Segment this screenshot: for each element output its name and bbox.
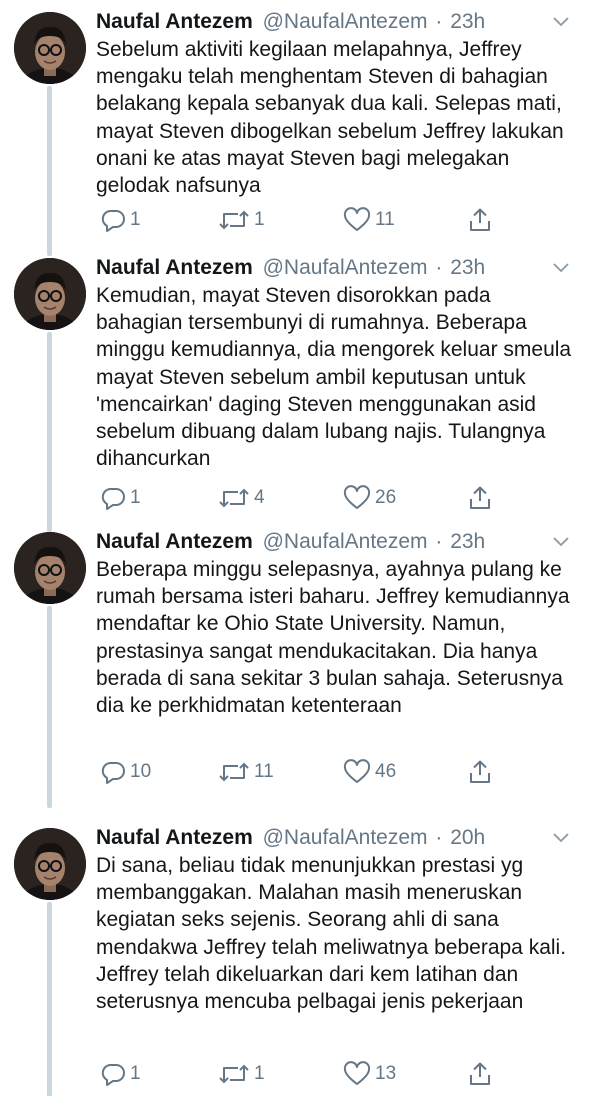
separator-dot: · bbox=[435, 10, 443, 33]
avatar[interactable] bbox=[14, 258, 86, 330]
heart-icon bbox=[343, 485, 371, 509]
avatar[interactable] bbox=[14, 532, 86, 604]
retweet-button[interactable]: 1 bbox=[218, 204, 265, 236]
tweet-text: Kemudian, mayat Steven disorokkan pada b… bbox=[96, 284, 572, 471]
tweet-header: Naufal Antezem @NaufalAntezem · 20h bbox=[96, 822, 582, 854]
avatar[interactable] bbox=[14, 12, 86, 84]
retweet-icon bbox=[219, 210, 249, 230]
separator-dot: · bbox=[435, 256, 443, 279]
heart-icon bbox=[343, 207, 371, 231]
share-button[interactable] bbox=[468, 756, 492, 788]
like-count: 26 bbox=[375, 487, 397, 508]
retweet-count: 1 bbox=[254, 1063, 265, 1084]
retweet-icon bbox=[219, 1064, 249, 1084]
tweet-actions: 1 1 11 bbox=[0, 204, 592, 236]
reply-button[interactable]: 1 bbox=[100, 204, 141, 236]
tweet-time[interactable]: 20h bbox=[450, 826, 485, 849]
avatar[interactable] bbox=[14, 828, 86, 900]
like-button[interactable]: 46 bbox=[343, 756, 396, 788]
separator-dot: · bbox=[435, 530, 443, 553]
tweet-actions: 1 4 26 bbox=[0, 482, 592, 514]
author-handle[interactable]: @NaufalAntezem bbox=[263, 530, 428, 553]
retweet-button[interactable]: 1 bbox=[218, 1058, 265, 1090]
tweet-text: Di sana, beliau tidak menunjukkan presta… bbox=[96, 854, 567, 1014]
author-name[interactable]: Naufal Antezem bbox=[96, 530, 253, 553]
like-count: 13 bbox=[375, 1063, 397, 1084]
tweet-text: Sebelum aktiviti kegilaan melapahnya, Je… bbox=[96, 38, 564, 198]
like-count: 11 bbox=[375, 209, 395, 230]
author-name[interactable]: Naufal Antezem bbox=[96, 826, 253, 849]
reply-count: 1 bbox=[130, 209, 141, 230]
reply-button[interactable]: 1 bbox=[100, 1058, 141, 1090]
share-icon bbox=[470, 486, 490, 509]
tweet-header: Naufal Antezem @NaufalAntezem · 23h bbox=[96, 252, 582, 284]
author-handle[interactable]: @NaufalAntezem bbox=[263, 10, 428, 33]
share-button[interactable] bbox=[468, 204, 492, 236]
avatar-photo bbox=[14, 532, 86, 604]
like-button[interactable]: 13 bbox=[343, 1058, 396, 1090]
retweet-count: 4 bbox=[254, 487, 265, 508]
reply-icon bbox=[101, 488, 125, 510]
like-button[interactable]: 26 bbox=[343, 482, 396, 514]
tweet-thread: Naufal Antezem @NaufalAntezem · 23h Sebe… bbox=[0, 0, 592, 1096]
author-handle[interactable]: @NaufalAntezem bbox=[263, 256, 428, 279]
heart-icon bbox=[343, 1061, 371, 1085]
tweet-header: Naufal Antezem @NaufalAntezem · 23h bbox=[96, 6, 582, 38]
author-name[interactable]: Naufal Antezem bbox=[96, 256, 253, 279]
reply-icon bbox=[101, 210, 125, 232]
tweet-text: Beberapa minggu selepasnya, ayahnya pula… bbox=[96, 558, 570, 718]
tweet-time[interactable]: 23h bbox=[450, 10, 485, 33]
reply-count: 10 bbox=[130, 761, 152, 782]
chevron-down-icon[interactable] bbox=[552, 16, 570, 28]
like-button[interactable]: 11 bbox=[343, 204, 395, 236]
separator-dot: · bbox=[435, 826, 443, 849]
retweet-button[interactable]: 11 bbox=[218, 756, 274, 788]
reply-count: 1 bbox=[130, 1063, 141, 1084]
reply-button[interactable]: 10 bbox=[100, 756, 151, 788]
chevron-down-icon[interactable] bbox=[552, 262, 570, 274]
reply-count: 1 bbox=[130, 487, 141, 508]
share-button[interactable] bbox=[468, 482, 492, 514]
tweet-time[interactable]: 23h bbox=[450, 530, 485, 553]
like-count: 46 bbox=[375, 761, 397, 782]
heart-icon bbox=[343, 759, 371, 783]
author-handle[interactable]: @NaufalAntezem bbox=[263, 826, 428, 849]
avatar-photo bbox=[14, 12, 86, 84]
avatar-photo bbox=[14, 258, 86, 330]
tweet-header: Naufal Antezem @NaufalAntezem · 23h bbox=[96, 526, 582, 558]
reply-icon bbox=[101, 762, 125, 784]
tweet-time[interactable]: 23h bbox=[450, 256, 485, 279]
author-name[interactable]: Naufal Antezem bbox=[96, 10, 253, 33]
share-button[interactable] bbox=[468, 1058, 492, 1090]
chevron-down-icon[interactable] bbox=[552, 536, 570, 548]
share-icon bbox=[470, 760, 490, 783]
tweet-actions: 1 1 13 bbox=[0, 1058, 592, 1090]
reply-icon bbox=[101, 1064, 125, 1086]
reply-button[interactable]: 1 bbox=[100, 482, 141, 514]
tweet-actions: 10 11 46 bbox=[0, 756, 592, 788]
retweet-icon bbox=[219, 488, 249, 508]
retweet-icon bbox=[219, 762, 249, 782]
retweet-button[interactable]: 4 bbox=[218, 482, 265, 514]
retweet-count: 11 bbox=[254, 761, 274, 782]
chevron-down-icon[interactable] bbox=[552, 832, 570, 844]
share-icon bbox=[470, 1062, 490, 1085]
share-icon bbox=[470, 208, 490, 231]
avatar-photo bbox=[14, 828, 86, 900]
retweet-count: 1 bbox=[254, 209, 265, 230]
